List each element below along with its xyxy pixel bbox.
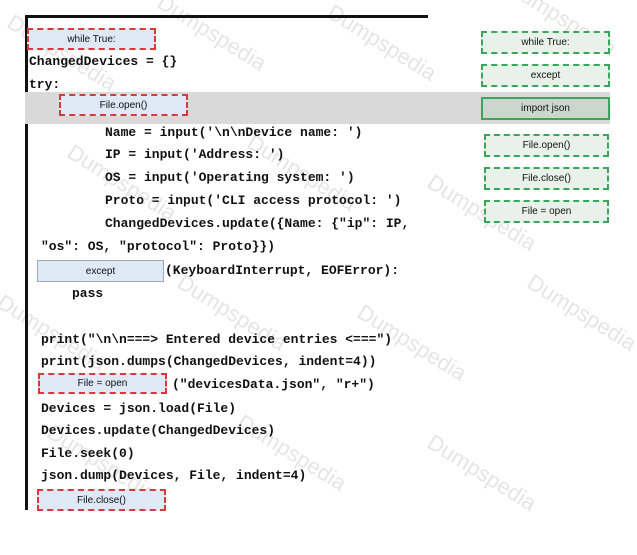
code-line: ChangedDevices.update({Name: {"ip": IP,: [105, 216, 410, 231]
code-line: print(json.dumps(ChangedDevices, indent=…: [41, 354, 377, 369]
code-line: ("devicesData.json", "r+"): [172, 377, 375, 392]
answer-slot-4[interactable]: File = open: [38, 373, 167, 394]
answer-slot-2[interactable]: File.open(): [59, 94, 188, 116]
option-import-json[interactable]: import json: [481, 97, 610, 120]
code-line: Name = input('\n\nDevice name: '): [105, 125, 363, 140]
option-file-close[interactable]: File.close(): [484, 167, 609, 190]
code-line: IP = input('Address: '): [105, 147, 285, 162]
code-line: try:: [29, 77, 61, 92]
watermark-text: Dumpspedia: [323, 0, 442, 86]
answer-slot-1[interactable]: while True:: [27, 28, 156, 50]
code-line: Devices = json.load(File): [41, 401, 237, 416]
code-line: File.seek(0): [41, 446, 135, 461]
code-line: "os": OS, "protocol": Proto}}): [41, 239, 276, 254]
answer-slot-5[interactable]: File.close(): [37, 489, 166, 511]
code-line: pass: [72, 286, 104, 301]
code-frame-left: [25, 124, 28, 510]
code-line: Proto = input('CLI access protocol: '): [105, 193, 402, 208]
option-file-equals-open[interactable]: File = open: [484, 200, 609, 223]
option-file-open-method[interactable]: File.open(): [484, 134, 609, 157]
code-line: json.dump(Devices, File, indent=4): [41, 468, 307, 483]
watermark-text: Dumpspedia: [3, 9, 122, 96]
code-line: OS = input('Operating system: '): [105, 170, 355, 185]
code-line: Devices.update(ChangedDevices): [41, 423, 276, 438]
option-except[interactable]: except: [481, 64, 610, 87]
watermark-text: Dumpspedia: [523, 269, 637, 356]
code-line: print("\n\n===> Entered device entries <…: [41, 332, 393, 347]
code-line: (KeyboardInterrupt, EOFError):: [165, 263, 400, 278]
option-while-true[interactable]: while True:: [481, 31, 610, 54]
watermark-text: Dumpspedia: [423, 429, 542, 516]
answer-slot-3[interactable]: except: [37, 260, 164, 282]
code-frame-top: [25, 15, 428, 18]
code-line: ChangedDevices = {}: [29, 54, 178, 69]
